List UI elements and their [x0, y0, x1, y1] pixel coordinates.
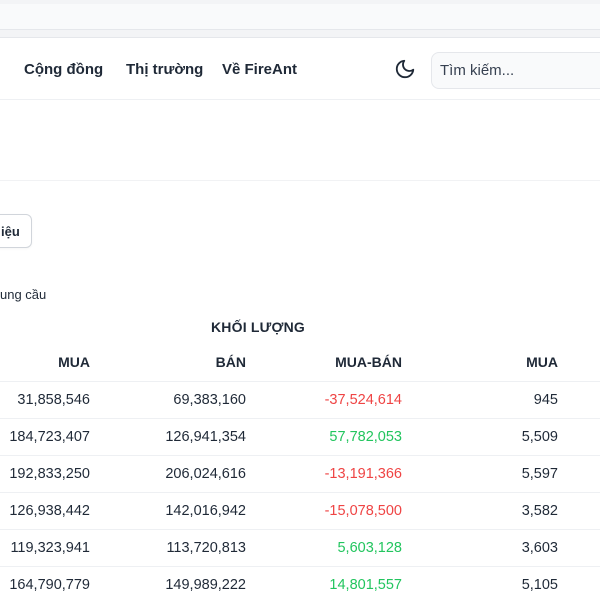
table-row[interactable]: 192,833,250 206,024,616 -13,191,366 5,597 — [0, 455, 600, 492]
cell-buy-value: 945 — [533, 392, 558, 408]
table-row[interactable]: 164,790,779 149,989,222 14,801,557 5,105 — [0, 566, 600, 600]
cell-buy: 119,323,941 — [10, 540, 90, 556]
divider — [0, 180, 600, 181]
cell-buy-value: 3,603 — [521, 540, 558, 556]
nav-link-market[interactable]: Thị trường — [126, 61, 203, 78]
cell-diff: 5,603,128 — [337, 540, 402, 556]
address-bar-area — [0, 4, 600, 30]
cell-buy: 126,938,442 — [9, 503, 90, 519]
cell-sell: 113,720,813 — [166, 540, 246, 556]
section-label: ung cầu — [0, 287, 47, 302]
nav-link-about[interactable]: Về FireAnt — [222, 61, 297, 78]
browser-chrome — [0, 0, 600, 38]
cell-diff: 57,782,053 — [329, 429, 402, 445]
cell-buy: 184,723,407 — [9, 429, 90, 445]
table-row[interactable]: 184,723,407 126,941,354 57,782,053 5,509 — [0, 418, 600, 455]
cell-buy-value: 5,597 — [521, 466, 558, 482]
moon-icon[interactable] — [394, 58, 416, 80]
data-button[interactable]: iệu — [0, 214, 32, 248]
search-input[interactable] — [431, 52, 600, 89]
cell-sell: 149,989,222 — [165, 577, 246, 593]
top-navbar: Cộng đồng Thị trường Về FireAnt — [0, 38, 600, 100]
header-buy-minus-sell[interactable]: MUA-BÁN — [335, 354, 402, 370]
table-row[interactable]: 119,323,941 113,720,813 5,603,128 3,603 — [0, 529, 600, 566]
cell-sell: 206,024,616 — [165, 466, 246, 482]
cell-sell: 126,941,354 — [165, 429, 246, 445]
cell-buy: 31,858,546 — [17, 392, 90, 408]
volume-group-title: KHỐI LƯỢNG — [211, 319, 305, 335]
cell-diff: -37,524,614 — [324, 392, 402, 408]
cell-diff: 14,801,557 — [329, 577, 402, 593]
cell-buy-value: 3,582 — [521, 503, 558, 519]
nav-link-community[interactable]: Cộng đồng — [24, 61, 103, 78]
cell-buy: 164,790,779 — [9, 577, 90, 593]
header-buy[interactable]: MUA — [58, 354, 90, 370]
cell-sell: 69,383,160 — [173, 392, 246, 408]
header-buy-value[interactable]: MUA — [526, 354, 558, 370]
cell-buy-value: 5,509 — [521, 429, 558, 445]
table-row[interactable]: 31,858,546 69,383,160 -37,524,614 945 — [0, 381, 600, 418]
table-row[interactable]: 126,938,442 142,016,942 -15,078,500 3,582 — [0, 492, 600, 529]
header-sell[interactable]: BÁN — [216, 354, 246, 370]
cell-buy-value: 5,105 — [521, 577, 558, 593]
cell-buy: 192,833,250 — [9, 466, 90, 482]
cell-diff: -13,191,366 — [324, 466, 402, 482]
data-button-label: iệu — [1, 224, 20, 239]
cell-diff: -15,078,500 — [324, 503, 402, 519]
cell-sell: 142,016,942 — [165, 503, 246, 519]
